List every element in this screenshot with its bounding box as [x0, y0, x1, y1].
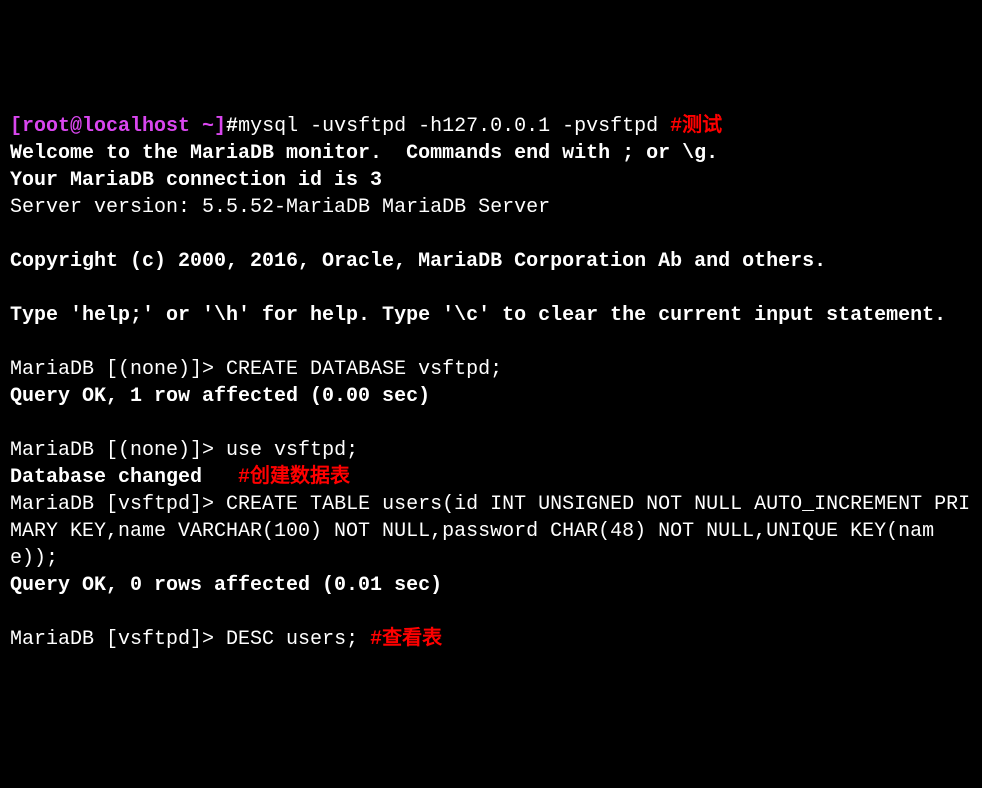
comment-create-table: #创建数据表	[202, 466, 350, 489]
comment-view-table: #查看表	[370, 628, 442, 651]
query-ok-1: Query OK, 1 row affected (0.00 sec)	[10, 385, 430, 408]
database-changed: Database changed	[10, 466, 202, 489]
mariadb-prompt-none-2: MariaDB [(none)]>	[10, 439, 226, 462]
comment-test: #测试	[670, 115, 722, 138]
create-database-command: CREATE DATABASE vsftpd;	[226, 358, 502, 381]
welcome-line-1: Welcome to the MariaDB monitor. Commands…	[10, 142, 718, 165]
server-version: Server version: 5.5.52-MariaDB MariaDB S…	[10, 196, 550, 219]
help-line: Type 'help;' or '\h' for help. Type '\c'…	[10, 304, 946, 327]
terminal-output[interactable]: [root@localhost ~]#mysql -uvsftpd -h127.…	[10, 113, 972, 653]
use-database-command: use vsftpd;	[226, 439, 358, 462]
desc-users-command: DESC users;	[226, 628, 370, 651]
mariadb-prompt-none-1: MariaDB [(none)]>	[10, 358, 226, 381]
shell-prompt-user: [root@localhost ~]	[10, 115, 226, 138]
welcome-line-2: Your MariaDB connection id is 3	[10, 169, 382, 192]
mariadb-prompt-vsftpd-2: MariaDB [vsftpd]>	[10, 628, 226, 651]
mariadb-prompt-vsftpd-1: MariaDB [vsftpd]>	[10, 493, 226, 516]
mysql-command: mysql -uvsftpd -h127.0.0.1 -pvsftpd	[238, 115, 670, 138]
copyright-line: Copyright (c) 2000, 2016, Oracle, MariaD…	[10, 250, 826, 273]
query-ok-2: Query OK, 0 rows affected (0.01 sec)	[10, 574, 442, 597]
shell-prompt-hash: #	[226, 115, 238, 138]
